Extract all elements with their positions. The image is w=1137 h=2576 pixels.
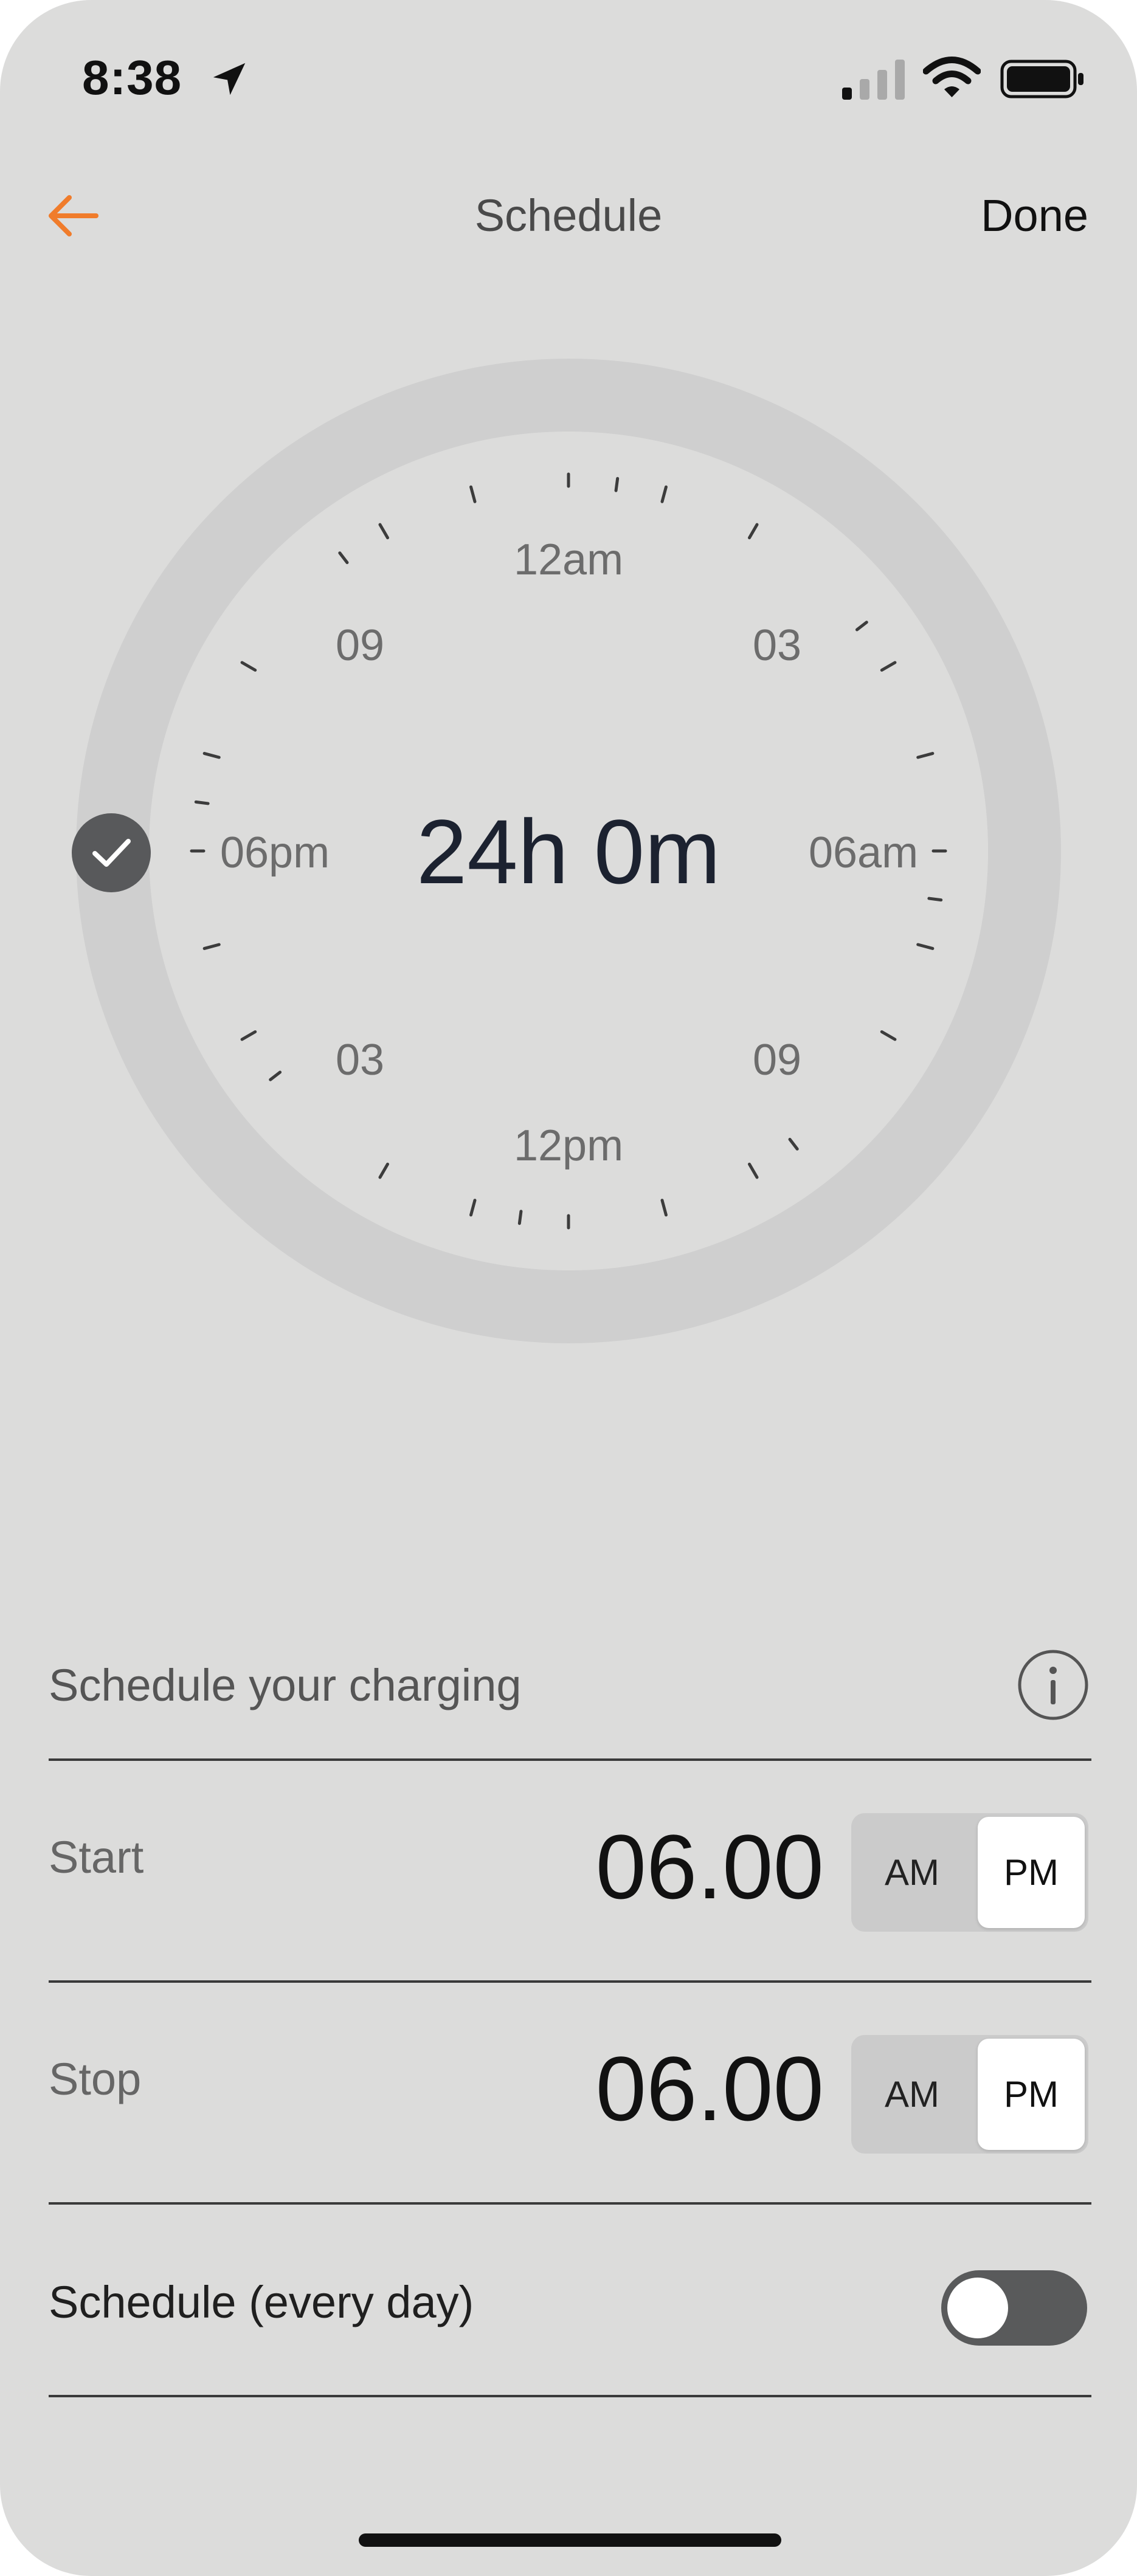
dial-label-03-top: 03 (753, 621, 801, 670)
dial-tick (517, 1210, 523, 1225)
dial-label-12am: 12am (514, 536, 623, 584)
dial-tick (614, 477, 620, 492)
dial-label-12pm: 12pm (514, 1121, 623, 1170)
toggle-knob (947, 2278, 1008, 2338)
schedule-every-day-label: Schedule (every day) (49, 2277, 474, 2327)
start-label: Start (49, 1832, 144, 1882)
stop-am-button[interactable]: AM (851, 2035, 973, 2154)
divider (49, 2202, 1091, 2205)
divider (49, 1758, 1091, 1761)
divider (49, 1980, 1091, 1983)
divider (49, 2395, 1091, 2397)
schedule-every-day-toggle[interactable] (941, 2270, 1087, 2346)
stop-ampm-toggle: AM PM (851, 2035, 1088, 2154)
dial-label-06pm: 06pm (220, 828, 330, 877)
stop-label: Stop (49, 2054, 142, 2104)
schedule-section-title: Schedule your charging (49, 1660, 522, 1710)
dial-label-09-top: 09 (336, 621, 384, 670)
dial-label-09-bottom: 09 (753, 1036, 801, 1084)
home-indicator (359, 2533, 781, 2547)
dial-tick (927, 897, 943, 902)
dial-label-06am: 06am (809, 828, 918, 877)
dial-handle-checkmark-icon[interactable] (72, 813, 151, 892)
stop-pm-button[interactable]: PM (978, 2039, 1085, 2150)
dial-label-03-bottom: 03 (336, 1036, 384, 1084)
schedule-dial[interactable]: 12am 03 06am 09 12pm 03 06pm 09 24h 0m (0, 0, 1137, 1398)
stop-time-value[interactable]: 06.00 (596, 2036, 824, 2141)
start-pm-button[interactable]: PM (978, 1817, 1085, 1928)
start-am-button[interactable]: AM (851, 1813, 973, 1932)
duration-display: 24h 0m (416, 801, 721, 903)
info-icon[interactable] (1017, 1648, 1090, 1721)
start-time-value[interactable]: 06.00 (596, 1814, 824, 1920)
start-ampm-toggle: AM PM (851, 1813, 1088, 1932)
dial-tick (194, 800, 210, 805)
phone-screen: 8:38 Schedule Done 12am 03 06am 09 12pm … (0, 0, 1137, 2576)
